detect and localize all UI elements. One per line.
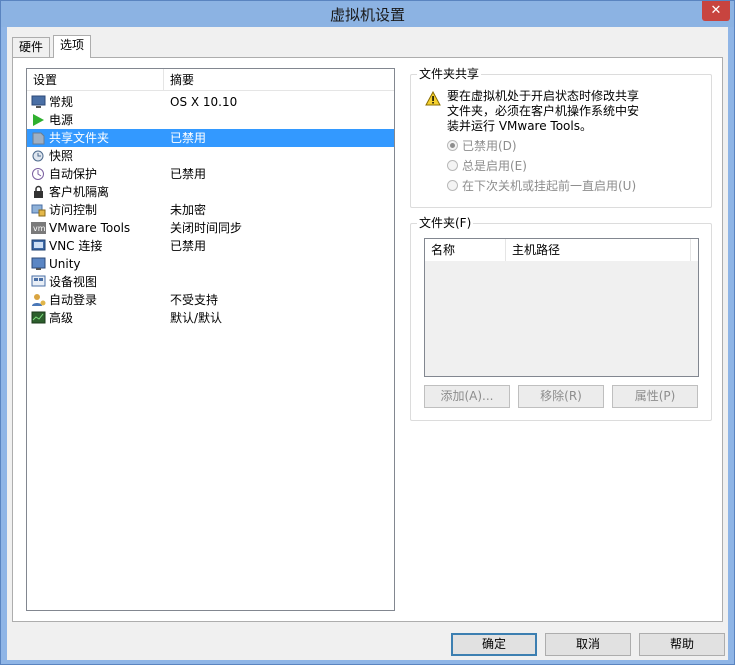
radio-button[interactable] (447, 180, 458, 191)
setting-name: 常规 (49, 95, 74, 109)
setting-summary: 已禁用 (170, 239, 207, 253)
settings-row-advanced[interactable]: 高级 默认/默认 (27, 309, 394, 327)
access-control-icon (31, 203, 46, 217)
ok-button[interactable]: 确定 (451, 633, 537, 656)
settings-row-device-view[interactable]: 设备视图 (27, 273, 394, 291)
add-folder-button[interactable]: 添加(A)... (424, 385, 510, 408)
lock-icon (31, 185, 46, 199)
folders-title: 文件夹(F) (417, 216, 474, 230)
column-header-host-path[interactable]: 主机路径 (506, 239, 691, 261)
setting-name: 自动保护 (49, 167, 98, 181)
setting-name: 访问控制 (49, 203, 98, 217)
setting-summary: 关闭时间同步 (170, 221, 243, 235)
device-view-icon (31, 275, 46, 289)
autologin-icon (31, 293, 46, 307)
monitor-icon (31, 95, 46, 109)
setting-name: 电源 (49, 113, 74, 127)
setting-name: 客户机隔离 (49, 185, 110, 199)
setting-name: 自动登录 (49, 293, 98, 307)
setting-name: VMware Tools (49, 221, 131, 235)
options-panel: 设置 摘要 常规 OS X 10.10 电源 共享文件夹 已禁用 快照 自动保护… (12, 57, 723, 622)
setting-name: Unity (49, 257, 81, 271)
radio-label: 在下次关机或挂起前一直启用(U) (462, 179, 637, 193)
radio-button[interactable] (447, 160, 458, 171)
setting-summary: 默认/默认 (170, 311, 223, 325)
settings-row-access-control[interactable]: 访问控制 未加密 (27, 201, 394, 219)
unity-icon (31, 257, 46, 271)
setting-name: 设备视图 (49, 275, 98, 289)
setting-name: 高级 (49, 311, 74, 325)
warning-message: 要在虚拟机处于开启状态时修改共享 文件夹，必须在客户机操作系统中安 装并运行 V… (447, 89, 657, 134)
settings-row-vmware-tools[interactable]: vm VMware Tools 关闭时间同步 (27, 219, 394, 237)
column-header-setting[interactable]: 设置 (27, 69, 164, 91)
title-bar[interactable]: 虚拟机设置 ✕ (1, 1, 734, 27)
setting-summary: 已禁用 (170, 131, 207, 145)
column-header-name[interactable]: 名称 (425, 239, 506, 261)
folder-properties-button[interactable]: 属性(P) (612, 385, 698, 408)
settings-list-header: 设置 摘要 (27, 69, 394, 91)
window-title: 虚拟机设置 (329, 6, 405, 24)
help-button[interactable]: 帮助 (639, 633, 725, 656)
dialog-body: 硬件 选项 设置 摘要 常规 OS X 10.10 电源 共享文件夹 已禁用 快… (7, 27, 728, 660)
setting-name: 共享文件夹 (49, 131, 110, 145)
settings-row-autologin[interactable]: 自动登录 不受支持 (27, 291, 394, 309)
warning-line: 要在虚拟机处于开启状态时修改共享 (447, 89, 640, 103)
radio-button[interactable] (447, 140, 458, 151)
setting-summary: 未加密 (170, 203, 207, 217)
vmware-tools-icon: vm (31, 221, 46, 235)
warning-icon (425, 90, 441, 106)
warning-line: 文件夹，必须在客户机操作系统中安 (447, 104, 640, 118)
svg-text:vm: vm (33, 224, 46, 233)
radio-label: 总是启用(E) (462, 159, 527, 173)
radio-disabled-option[interactable]: 已禁用(D) (447, 137, 517, 155)
setting-name: VNC 连接 (49, 239, 103, 253)
cancel-button[interactable]: 取消 (545, 633, 631, 656)
column-header-summary[interactable]: 摘要 (164, 69, 394, 91)
setting-summary: 已禁用 (170, 167, 207, 181)
settings-window: 虚拟机设置 ✕ 硬件 选项 设置 摘要 常规 OS X 10.10 电源 共享文… (0, 0, 735, 665)
tab-hardware[interactable]: 硬件 (12, 37, 51, 57)
folder-sharing-title: 文件夹共享 (417, 67, 482, 81)
vnc-icon (31, 239, 46, 253)
settings-row-autoprotect[interactable]: 自动保护 已禁用 (27, 165, 394, 183)
shared-folder-icon (31, 131, 46, 145)
settings-row-isolation[interactable]: 客户机隔离 (27, 183, 394, 201)
setting-summary: OS X 10.10 (170, 95, 238, 109)
settings-row-power[interactable]: 电源 (27, 111, 394, 129)
radio-label: 已禁用(D) (462, 139, 517, 153)
snapshot-icon (31, 149, 46, 163)
close-icon[interactable]: ✕ (702, 1, 730, 21)
radio-until-poweroff-option[interactable]: 在下次关机或挂起前一直启用(U) (447, 177, 636, 195)
setting-summary: 不受支持 (170, 293, 219, 307)
autoprotect-icon (31, 167, 46, 181)
settings-row-snapshots[interactable]: 快照 (27, 147, 394, 165)
remove-folder-button[interactable]: 移除(R) (518, 385, 604, 408)
column-header-filler (691, 239, 698, 261)
advanced-icon (31, 311, 46, 325)
tab-options[interactable]: 选项 (53, 35, 92, 58)
folders-list[interactable]: 名称 主机路径 (424, 238, 699, 377)
setting-name: 快照 (49, 149, 74, 163)
folders-group: 文件夹(F) 名称 主机路径 添加(A)... 移除(R) 属性(P) (410, 216, 712, 421)
settings-row-vnc[interactable]: VNC 连接 已禁用 (27, 237, 394, 255)
warning-line: 装并运行 VMware Tools。 (447, 119, 592, 133)
settings-row-general[interactable]: 常规 OS X 10.10 (27, 93, 394, 111)
settings-list[interactable]: 设置 摘要 常规 OS X 10.10 电源 共享文件夹 已禁用 快照 自动保护… (26, 68, 395, 611)
settings-row-unity[interactable]: Unity (27, 255, 394, 273)
folder-sharing-group: 文件夹共享 要在虚拟机处于开启状态时修改共享 文件夹，必须在客户机操作系统中安 … (410, 67, 712, 208)
power-play-icon (31, 113, 46, 127)
radio-always-enabled-option[interactable]: 总是启用(E) (447, 157, 527, 175)
settings-row-shared-folders[interactable]: 共享文件夹 已禁用 (27, 129, 394, 147)
